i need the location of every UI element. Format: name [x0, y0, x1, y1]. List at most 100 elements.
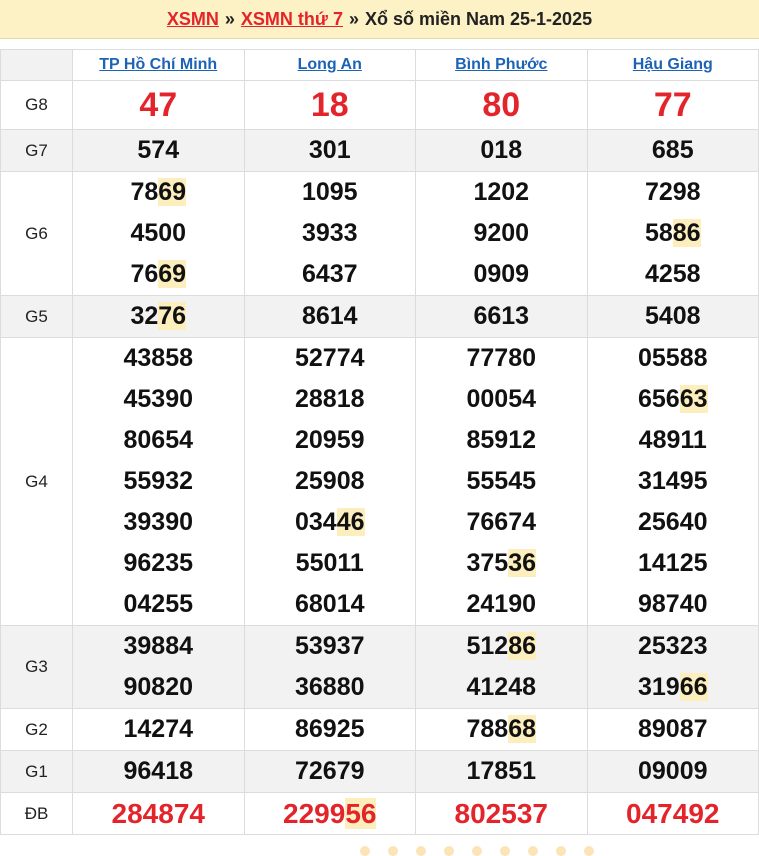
province-link[interactable]: Bình Phước [455, 56, 547, 73]
prize-number: 7869 [130, 178, 187, 206]
highlighted-tail: 86 [508, 632, 537, 660]
prize-number: 018 [480, 136, 523, 164]
prize-number: 43858 [123, 344, 194, 372]
prize-number: 14125 [637, 549, 708, 577]
prize-number: 6613 [473, 302, 530, 330]
breadcrumb-separator: » [224, 8, 235, 29]
prize-cell: 47 [72, 80, 245, 130]
prize-cell: 7869 4500 7669 [72, 171, 245, 296]
page-title: Xổ số miền Nam 25-1-2025 [364, 8, 593, 29]
highlighted-tail: 86 [672, 219, 701, 247]
prize-number: 18 [310, 85, 349, 124]
prize-number: 047492 [626, 798, 720, 829]
prize-number: 39390 [123, 508, 194, 536]
prize-number: 03446 [294, 508, 365, 536]
highlighted-tail: 69 [158, 178, 187, 206]
prize-number: 8614 [301, 302, 358, 330]
prize-number: 6437 [301, 260, 358, 288]
prize-row: G8 47 18 80 77 [0, 80, 759, 130]
prize-cell: 047492 [586, 792, 759, 835]
prize-label: G5 [0, 295, 73, 338]
prize-cell: 80 [415, 80, 588, 130]
prize-number: 55545 [466, 467, 537, 495]
prize-number: 05588 [637, 344, 708, 372]
prize-number: 14274 [123, 715, 194, 743]
highlighted-tail: 68 [508, 715, 537, 743]
prize-label: ĐB [0, 792, 73, 835]
prize-cell: 14274 [72, 708, 245, 751]
prize-label: G3 [0, 625, 73, 709]
breadcrumb-link-xsmn-thu7[interactable]: XSMN thứ 7 [241, 9, 343, 30]
prize-cell: 229956 [243, 792, 416, 835]
prize-cell: 77780 00054 85912 55545 76674 37536 24190 [415, 337, 588, 626]
prize-cell: 89087 [586, 708, 759, 751]
province-link[interactable]: Hậu Giang [633, 56, 713, 73]
prize-cell: 39884 90820 [72, 625, 245, 709]
prize-number: 36880 [294, 673, 365, 701]
prize-number: 72679 [294, 757, 365, 785]
province-link[interactable]: TP Hồ Chí Minh [99, 56, 217, 73]
prize-number: 25640 [637, 508, 708, 536]
prize-cell: 685 [586, 129, 759, 172]
prize-number: 284874 [111, 798, 205, 829]
prize-number: 301 [308, 136, 351, 164]
prize-cell: 78868 [415, 708, 588, 751]
prize-label: G6 [0, 171, 73, 296]
prize-cell: 1202 9200 0909 [415, 171, 588, 296]
prize-cell: 51286 41248 [415, 625, 588, 709]
prize-cell: 301 [243, 129, 416, 172]
prize-number: 98740 [637, 590, 708, 618]
prize-number: 4258 [644, 260, 701, 288]
prize-number: 90820 [123, 673, 194, 701]
prize-number: 80 [482, 85, 521, 124]
prize-number: 68014 [294, 590, 365, 618]
prize-number: 52774 [294, 344, 365, 372]
prize-number: 86925 [294, 715, 365, 743]
breadcrumb-separator: » [348, 8, 359, 29]
prize-row: G3 39884 90820 53937 36880 51286 41248 25323 319… [0, 625, 759, 709]
results-table: TP Hồ Chí Minh Long An Bình Phước Hậu Gi… [0, 49, 759, 835]
prize-cell: 6613 [415, 295, 588, 338]
prize-row: G7 574 301 018 685 [0, 129, 759, 172]
prize-number: 7298 [644, 178, 701, 206]
highlighted-tail: 63 [679, 385, 708, 413]
prize-number: 0909 [473, 260, 530, 288]
prize-number: 09009 [637, 757, 708, 785]
prize-number: 17851 [466, 757, 537, 785]
prize-row: G6 7869 4500 7669 1095 3933 6437 1202 9200 0909 72… [0, 171, 759, 296]
prize-cell: 77 [586, 80, 759, 130]
prize-number: 41248 [466, 673, 537, 701]
breadcrumb-link-xsmn[interactable]: XSMN [167, 9, 219, 30]
prize-row: G4 43858 45390 80654 55932 39390 96235 04255 527… [0, 337, 759, 626]
decorative-dots [360, 846, 594, 856]
prize-cell: 3276 [72, 295, 245, 338]
prize-number: 4500 [130, 219, 187, 247]
prize-label: G4 [0, 337, 73, 626]
prize-label: G7 [0, 129, 73, 172]
prize-number: 55932 [123, 467, 194, 495]
corner-cell [0, 49, 73, 81]
prize-number: 37536 [466, 549, 537, 577]
province-link[interactable]: Long An [298, 56, 362, 73]
breadcrumb: XSMN » XSMN thứ 7 » Xổ số miền Nam 25-1-… [0, 0, 759, 39]
province-header-row: TP Hồ Chí Minh Long An Bình Phước Hậu Gi… [0, 49, 759, 81]
prize-number: 802537 [454, 798, 548, 829]
prize-number: 45390 [123, 385, 194, 413]
prize-row: ĐB 284874 229956 802537 047492 [0, 792, 759, 835]
prize-number: 25908 [294, 467, 365, 495]
prize-number: 65663 [637, 385, 708, 413]
prize-cell: 284874 [72, 792, 245, 835]
highlighted-tail: 66 [679, 673, 708, 701]
prize-cell: 8614 [243, 295, 416, 338]
highlighted-tail: 69 [158, 260, 187, 288]
prize-number: 574 [137, 136, 180, 164]
prize-row: G1 96418 72679 17851 09009 [0, 750, 759, 793]
prize-number: 229956 [283, 798, 377, 829]
prize-number: 3276 [130, 302, 187, 330]
prize-number: 1202 [473, 178, 530, 206]
highlighted-tail: 56 [345, 798, 377, 829]
prize-cell: 574 [72, 129, 245, 172]
prize-label: G2 [0, 708, 73, 751]
prize-label: G8 [0, 80, 73, 130]
prize-number: 5886 [644, 219, 701, 247]
